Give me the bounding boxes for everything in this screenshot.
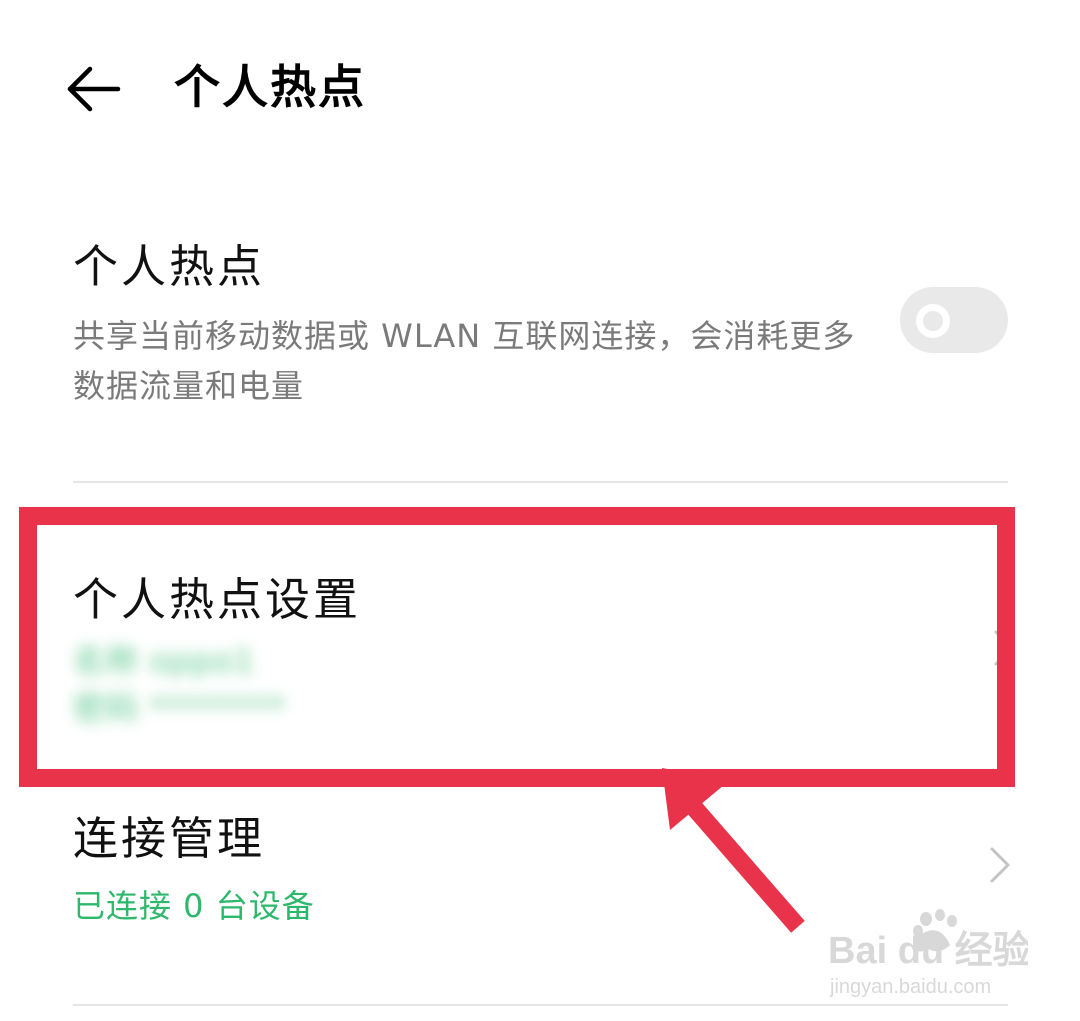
- back-arrow-icon: [67, 66, 121, 112]
- hotspot-row-description: 共享当前移动数据或 WLAN 互联网连接，会消耗更多数据流量和电量: [73, 317, 856, 405]
- hotspot-toggle-row[interactable]: 个人热点 共享当前移动数据或 WLAN 互联网连接，会消耗更多数据流量和电量: [0, 225, 1080, 425]
- chevron-right-icon: [984, 843, 1014, 887]
- divider: [73, 1004, 1008, 1006]
- watermark-url: jingyan.baidu.com: [829, 976, 991, 998]
- hotspot-row-title: 个人热点: [73, 240, 266, 293]
- hotspot-settings-row[interactable]: 个人热点设置 名称 oppo1 密码 ********: [0, 560, 1080, 750]
- app-header: 个人热点: [0, 0, 1080, 175]
- page-title: 个人热点: [174, 60, 366, 114]
- divider: [73, 481, 1008, 483]
- toggle-knob: [916, 304, 950, 338]
- chevron-right-icon: [988, 626, 1018, 670]
- connection-management-row[interactable]: 连接管理 已连接 0 台设备: [0, 805, 1080, 975]
- settings-row-title: 个人热点设置: [73, 573, 362, 626]
- hotspot-password-value: 密码 ********: [73, 689, 287, 727]
- connection-row-title: 连接管理: [73, 812, 266, 865]
- hotspot-settings-screen: 个人热点 个人热点 共享当前移动数据或 WLAN 互联网连接，会消耗更多数据流量…: [0, 0, 1080, 1021]
- hotspot-name-value: 名称 oppo1: [73, 642, 256, 680]
- back-button[interactable]: [62, 58, 124, 120]
- hotspot-toggle-switch[interactable]: [900, 287, 1008, 353]
- connection-status: 已连接 0 台设备: [73, 887, 315, 925]
